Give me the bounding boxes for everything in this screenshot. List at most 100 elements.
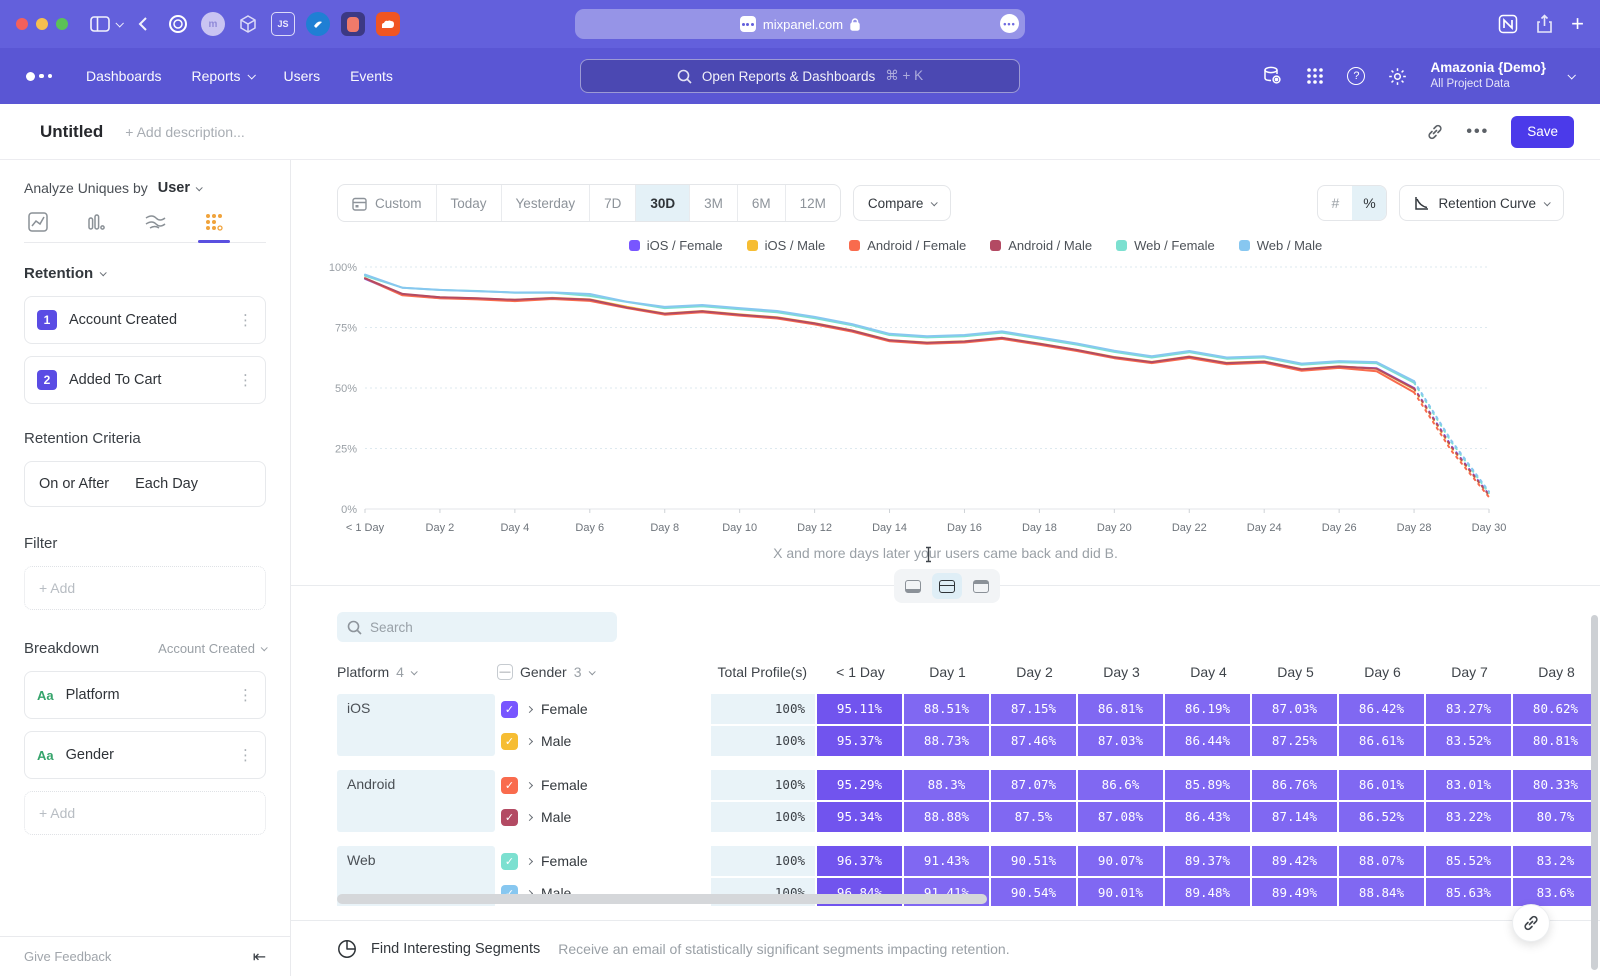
total-profiles-header[interactable]: Total Profile(s): [711, 664, 817, 680]
share-report-button[interactable]: [1512, 904, 1550, 942]
platform-column-header[interactable]: Platform4: [337, 664, 497, 680]
chart-type-select[interactable]: Retention Curve: [1399, 185, 1564, 221]
percent-toggle[interactable]: %: [1352, 186, 1386, 220]
range-3m[interactable]: 3M: [690, 185, 738, 221]
account-switcher[interactable]: Amazonia {Demo} All Project Data: [1430, 60, 1546, 91]
extension-js-icon[interactable]: JS: [271, 12, 295, 36]
horizontal-scrollbar[interactable]: [337, 894, 987, 904]
day-column-header[interactable]: Day 7: [1426, 664, 1513, 680]
day-column-header[interactable]: Day 4: [1165, 664, 1252, 680]
range-today[interactable]: Today: [437, 185, 502, 221]
step-options-icon[interactable]: ⋮: [238, 311, 253, 329]
add-breakdown-button[interactable]: + Add: [24, 791, 266, 835]
breakdown-gender[interactable]: Aa Gender ⋮: [24, 731, 266, 779]
tab-retention[interactable]: [204, 212, 224, 232]
notion-extension-icon[interactable]: [1498, 14, 1518, 34]
close-window-button[interactable]: [16, 18, 28, 30]
retention-section-header[interactable]: Retention: [24, 265, 266, 282]
breakdown-options-icon[interactable]: ⋮: [238, 686, 253, 704]
collapse-sidebar-icon[interactable]: ⇤: [253, 947, 266, 967]
legend-item[interactable]: iOS / Male: [747, 238, 826, 253]
reader-options-icon[interactable]: •••: [1000, 14, 1019, 33]
series-checkbox[interactable]: ✓: [501, 733, 518, 750]
criteria-card[interactable]: On or After Each Day: [24, 461, 266, 507]
day-column-header[interactable]: Day 6: [1339, 664, 1426, 680]
split-view-button[interactable]: [932, 573, 962, 599]
legend-item[interactable]: Web / Female: [1116, 238, 1215, 253]
retention-step-2[interactable]: 2 Added To Cart ⋮: [24, 356, 266, 404]
legend-item[interactable]: Android / Male: [990, 238, 1092, 253]
extension-soundcloud-icon[interactable]: [376, 12, 400, 36]
global-search[interactable]: Open Reports & Dashboards ⌘ + K: [580, 59, 1020, 93]
copy-link-icon[interactable]: [1426, 123, 1444, 141]
sidebar-toggle-icon[interactable]: [90, 16, 110, 32]
day-column-header[interactable]: Day 3: [1078, 664, 1165, 680]
address-bar[interactable]: mixpanel.com •••: [575, 9, 1025, 39]
day-column-header[interactable]: Day 8: [1513, 664, 1600, 680]
nav-users[interactable]: Users: [284, 68, 321, 84]
breakdown-platform[interactable]: Aa Platform ⋮: [24, 671, 266, 719]
extension-pocket-icon[interactable]: [341, 12, 365, 36]
extension-target-icon[interactable]: [166, 12, 190, 36]
range-7d[interactable]: 7D: [590, 185, 636, 221]
more-options-icon[interactable]: •••: [1466, 123, 1489, 141]
analyze-entity-select[interactable]: User: [158, 180, 190, 196]
vertical-scrollbar[interactable]: [1591, 615, 1598, 970]
range-custom[interactable]: Custom: [338, 185, 437, 221]
zoom-window-button[interactable]: [56, 18, 68, 30]
day-column-header[interactable]: Day 1: [904, 664, 991, 680]
series-checkbox[interactable]: ✓: [501, 853, 518, 870]
segments-title[interactable]: Find Interesting Segments: [371, 941, 540, 957]
expand-row-icon[interactable]: [526, 781, 533, 788]
expand-row-icon[interactable]: [526, 813, 533, 820]
back-icon[interactable]: [138, 16, 148, 32]
expand-row-icon[interactable]: [526, 737, 533, 744]
new-tab-icon[interactable]: +: [1571, 13, 1584, 35]
day-column-header[interactable]: < 1 Day: [817, 664, 904, 680]
give-feedback-link[interactable]: Give Feedback: [24, 949, 111, 964]
expand-row-icon[interactable]: [526, 705, 533, 712]
series-checkbox[interactable]: ✓: [501, 809, 518, 826]
mixpanel-logo[interactable]: [26, 72, 52, 81]
tab-funnels[interactable]: [86, 212, 106, 232]
table-search[interactable]: [337, 612, 617, 642]
select-all-checkbox[interactable]: —: [497, 664, 513, 680]
nav-events[interactable]: Events: [350, 68, 393, 84]
nav-dashboards[interactable]: Dashboards: [86, 68, 162, 84]
data-management-icon[interactable]: [1261, 65, 1283, 87]
chart-only-view-button[interactable]: [898, 573, 928, 599]
nav-reports[interactable]: Reports: [192, 68, 254, 84]
day-column-header[interactable]: Day 2: [991, 664, 1078, 680]
chevron-down-icon[interactable]: [116, 21, 122, 27]
criteria-mode[interactable]: On or After: [39, 476, 109, 492]
compare-button[interactable]: Compare: [853, 185, 952, 221]
day-column-header[interactable]: Day 5: [1252, 664, 1339, 680]
minimize-window-button[interactable]: [36, 18, 48, 30]
report-description-placeholder[interactable]: + Add description...: [125, 124, 244, 140]
legend-item[interactable]: Web / Male: [1239, 238, 1323, 253]
save-button[interactable]: Save: [1511, 116, 1574, 148]
extension-globe-icon[interactable]: [306, 12, 330, 36]
report-title[interactable]: Untitled: [40, 122, 103, 142]
criteria-interval[interactable]: Each Day: [135, 476, 198, 492]
table-search-input[interactable]: [370, 620, 590, 635]
expand-row-icon[interactable]: [526, 857, 533, 864]
extension-m-icon[interactable]: m: [201, 12, 225, 36]
apps-grid-icon[interactable]: [1305, 66, 1325, 86]
extension-cube-icon[interactable]: [236, 12, 260, 36]
step-options-icon[interactable]: ⋮: [238, 371, 253, 389]
range-30d[interactable]: 30D: [636, 185, 690, 221]
absolute-toggle[interactable]: #: [1318, 186, 1352, 220]
series-checkbox[interactable]: ✓: [501, 701, 518, 718]
add-filter-button[interactable]: + Add: [24, 566, 266, 610]
table-only-view-button[interactable]: [966, 573, 996, 599]
breakdown-options-icon[interactable]: ⋮: [238, 746, 253, 764]
legend-item[interactable]: Android / Female: [849, 238, 966, 253]
breakdown-applies-to-select[interactable]: Account Created: [158, 641, 266, 656]
tab-flows[interactable]: [144, 212, 166, 232]
tab-insights[interactable]: [28, 212, 48, 232]
share-icon[interactable]: [1536, 14, 1553, 34]
settings-gear-icon[interactable]: [1387, 66, 1408, 87]
range-yesterday[interactable]: Yesterday: [502, 185, 591, 221]
legend-item[interactable]: iOS / Female: [629, 238, 723, 253]
